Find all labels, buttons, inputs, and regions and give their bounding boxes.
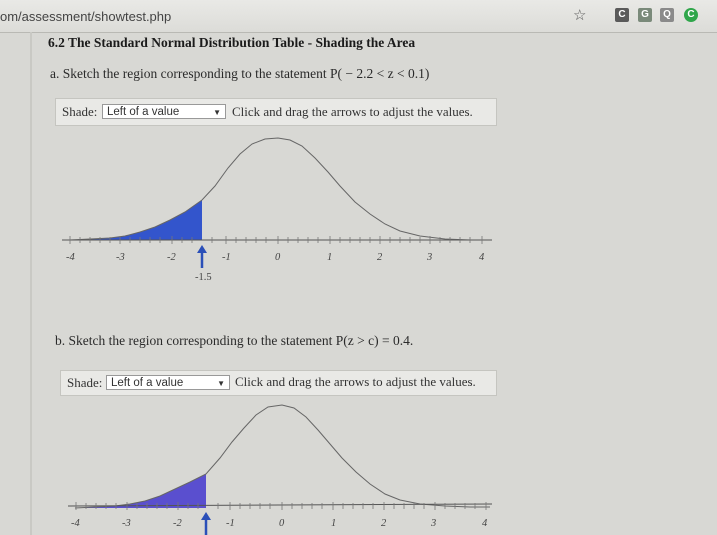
- chevron-down-icon: ▼: [213, 108, 221, 117]
- tick-label: -1: [222, 252, 231, 263]
- tick-label: -1: [226, 518, 235, 529]
- section-title: 6.2 The Standard Normal Distribution Tab…: [48, 35, 416, 50]
- arrow-value-label: -1.5: [195, 272, 212, 283]
- part-a-normal-plot: -4 -3 -2 -1 0 1 2 3 4 -1.5: [62, 137, 492, 283]
- shaded-region: [70, 200, 202, 240]
- shaded-region: [75, 474, 206, 508]
- shade-select-value: Left of a value: [107, 106, 180, 118]
- tick-label: 0: [279, 518, 285, 529]
- extension-icon-c[interactable]: C: [615, 8, 629, 22]
- tick-label: 4: [482, 518, 488, 529]
- shade-label: Shade:: [62, 104, 98, 119]
- star-icon[interactable]: ☆: [573, 6, 586, 25]
- instruction-text: Click and drag the arrows to adjust the …: [235, 374, 476, 389]
- tick-label: 3: [430, 518, 436, 529]
- extension-icon-g[interactable]: G: [638, 8, 652, 22]
- tick-label: 4: [479, 252, 485, 263]
- tick-label: -3: [116, 252, 125, 263]
- instruction-text: Click and drag the arrows to adjust the …: [232, 104, 473, 119]
- tick-label: 0: [275, 252, 281, 263]
- part-b-control-panel: Shade: Left of a value ▼ Click and drag …: [60, 370, 497, 396]
- tick-label: 3: [426, 252, 432, 263]
- tick-label: 2: [377, 252, 383, 263]
- tick-label: -2: [173, 518, 182, 529]
- browser-toolbar: om/assessment/showtest.php ☆ C G Q C: [0, 0, 717, 33]
- chevron-down-icon: ▼: [217, 379, 225, 388]
- part-a-statement: a. Sketch the region corresponding to th…: [50, 66, 430, 81]
- part-a-control-panel: Shade: Left of a value ▼ Click and drag …: [55, 98, 497, 126]
- tick-label: 2: [381, 518, 387, 529]
- drag-arrow-handle[interactable]: [201, 512, 211, 535]
- drag-arrow-handle[interactable]: [197, 245, 207, 268]
- part-b-normal-plot: -4 -3 -2 -1 0 1 2 3 4: [67, 404, 493, 535]
- part-b-statement: b. Sketch the region corresponding to th…: [55, 333, 414, 348]
- tick-label: -2: [167, 252, 176, 263]
- shade-select[interactable]: Left of a value ▼: [102, 104, 226, 119]
- extension-icon-green[interactable]: C: [684, 8, 698, 22]
- tick-label: -3: [122, 518, 131, 529]
- tick-label: -4: [66, 252, 75, 263]
- tick-label: -4: [71, 518, 80, 529]
- shade-label: Shade:: [67, 375, 103, 390]
- normal-curve: [74, 404, 490, 509]
- extension-icon-search[interactable]: Q: [660, 8, 674, 22]
- shade-select-value: Left of a value: [111, 377, 184, 389]
- shade-select[interactable]: Left of a value ▼: [106, 375, 230, 390]
- tick-label: 1: [327, 252, 332, 263]
- address-bar[interactable]: om/assessment/showtest.php: [0, 9, 171, 24]
- tick-label: 1: [331, 518, 336, 529]
- normal-curve: [69, 137, 490, 241]
